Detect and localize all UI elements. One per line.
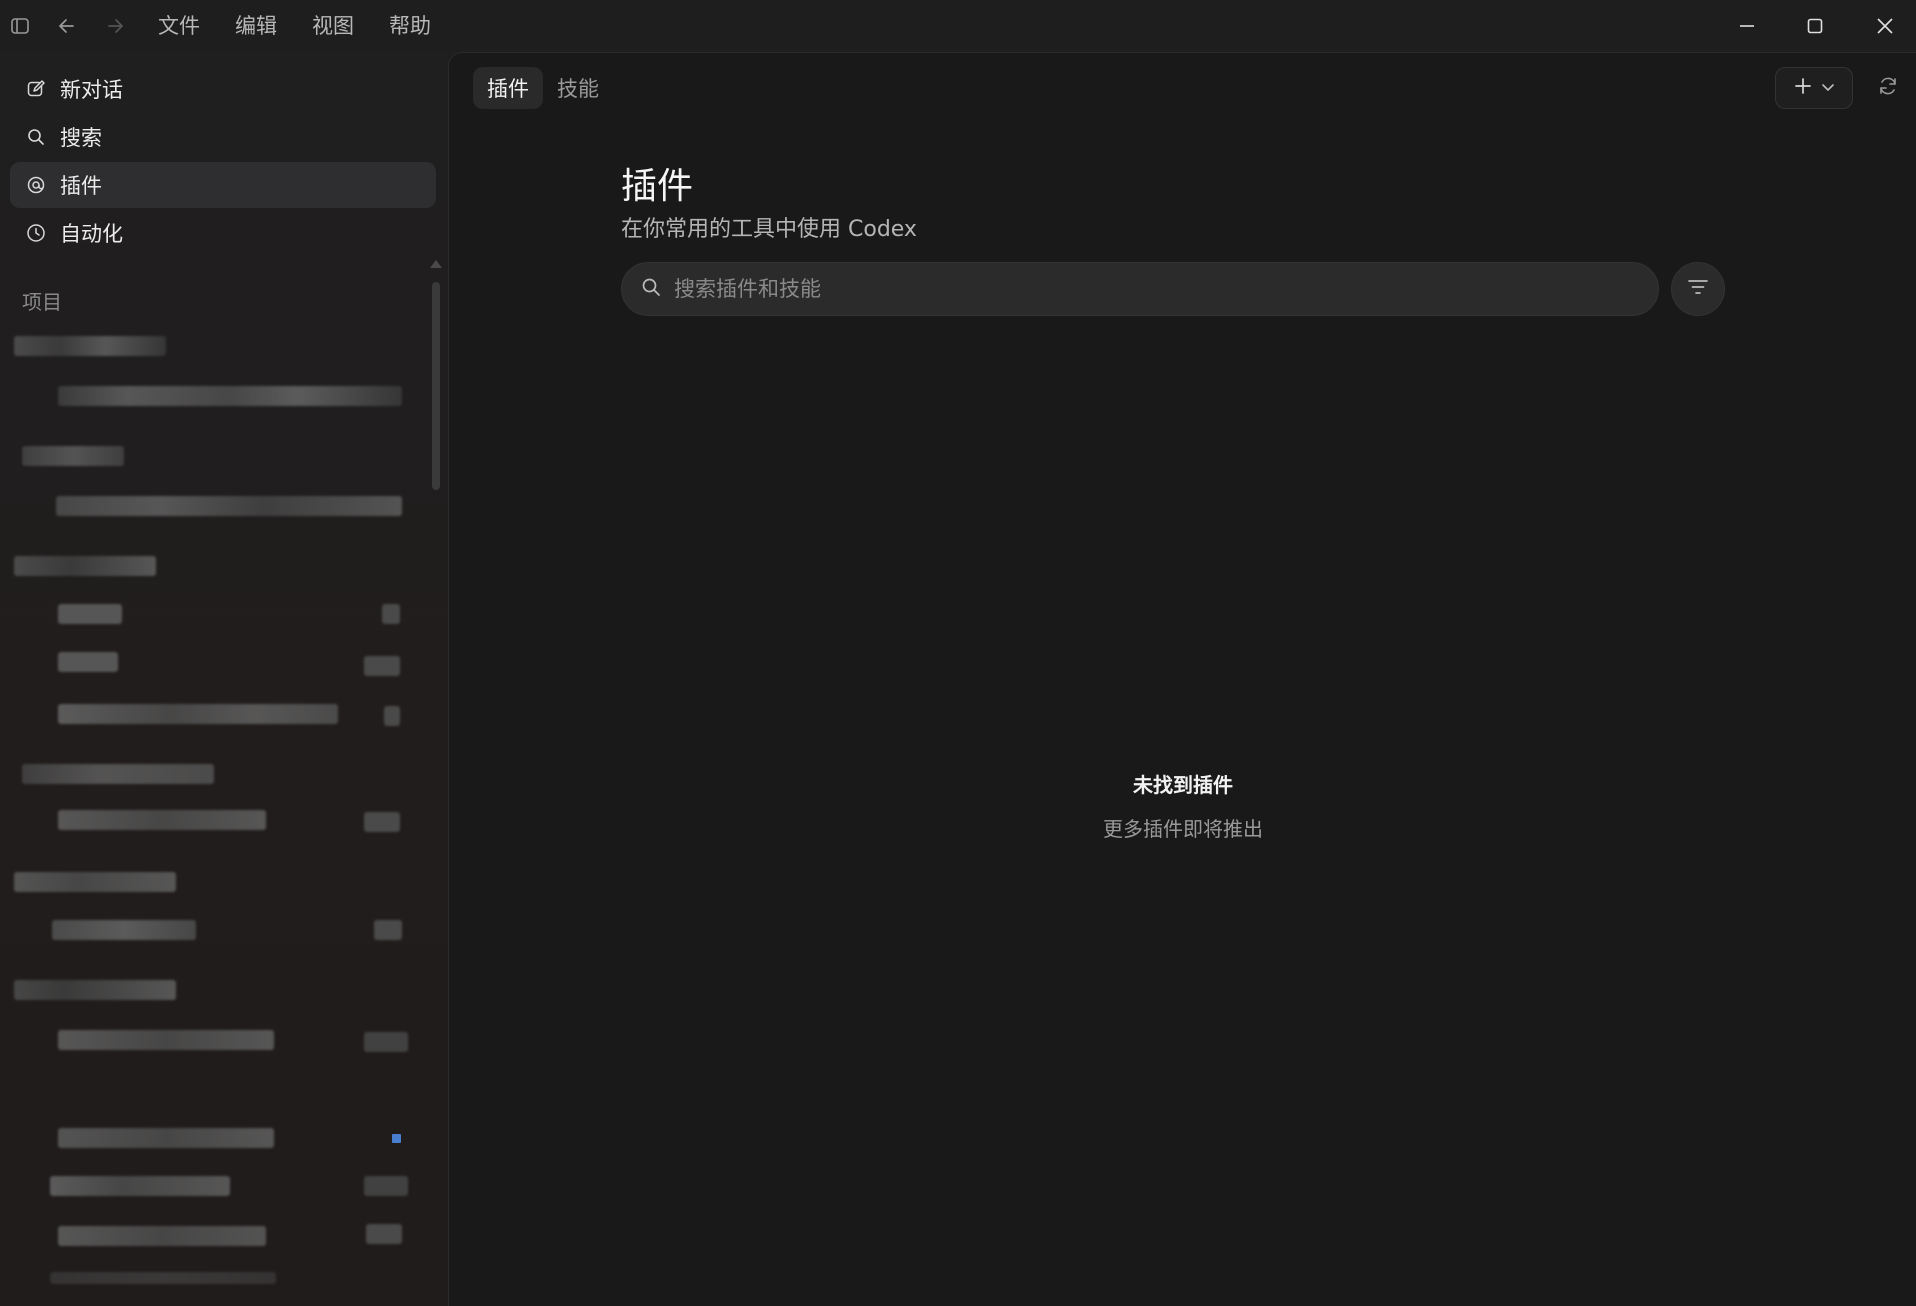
project-item[interactable]	[14, 336, 166, 356]
search-icon	[24, 125, 48, 149]
list-item[interactable]	[58, 1226, 266, 1246]
tab-plugins[interactable]: 插件	[473, 67, 543, 109]
list-item[interactable]	[56, 496, 402, 516]
list-item[interactable]	[50, 1176, 230, 1196]
project-item[interactable]	[14, 980, 176, 1000]
tab-skills[interactable]: 技能	[543, 67, 613, 109]
sidebar: 新对话 搜索 插件 自动化 项目	[0, 52, 448, 1306]
page-title: 插件	[621, 166, 694, 207]
list-item[interactable]	[58, 1128, 274, 1148]
sidebar-item-search[interactable]: 搜索	[10, 114, 436, 160]
empty-state-title: 未找到插件	[1133, 773, 1233, 797]
refresh-button[interactable]	[1869, 69, 1907, 107]
forward-arrow-icon[interactable]	[101, 12, 129, 40]
chevron-down-icon	[1821, 79, 1835, 98]
list-item[interactable]	[58, 1030, 274, 1050]
list-item-meta	[364, 1032, 408, 1052]
project-item[interactable]	[22, 764, 214, 784]
search-input[interactable]	[674, 277, 1634, 301]
filter-button[interactable]	[1671, 262, 1725, 316]
app-window: 文件 编辑 视图 帮助 新对话 搜索 插件 自动化 项目 插件 技能 插件 在你…	[0, 0, 1916, 1306]
sidebar-item-automation[interactable]: 自动化	[10, 210, 436, 256]
search-icon	[640, 276, 662, 302]
menu-file[interactable]: 文件	[158, 12, 200, 40]
list-item[interactable]	[50, 1272, 276, 1284]
maximize-button[interactable]	[1792, 8, 1838, 44]
sidebar-item-label: 搜索	[60, 126, 102, 150]
sidebar-toggle-icon[interactable]	[6, 12, 34, 40]
sidebar-item-plugins[interactable]: 插件	[10, 162, 436, 208]
list-item[interactable]	[58, 604, 122, 624]
list-item[interactable]	[58, 652, 118, 672]
project-item[interactable]	[14, 872, 176, 892]
sidebar-scrollbar[interactable]	[432, 282, 440, 490]
sidebar-item-label: 插件	[60, 174, 102, 198]
list-item[interactable]	[58, 810, 266, 830]
list-item-meta	[384, 706, 400, 726]
sidebar-item-new-chat[interactable]: 新对话	[10, 66, 436, 112]
empty-state-subtitle: 更多插件即将推出	[1103, 817, 1263, 841]
menu-help[interactable]: 帮助	[389, 12, 431, 40]
project-item[interactable]	[14, 556, 156, 576]
section-title-projects: 项目	[22, 290, 62, 314]
list-item-meta	[366, 1224, 402, 1244]
list-item-meta	[364, 812, 400, 832]
list-item[interactable]	[52, 920, 196, 940]
plus-icon	[1793, 76, 1813, 100]
sidebar-item-label: 新对话	[60, 78, 123, 102]
plugin-icon	[24, 173, 48, 197]
title-bar: 文件 编辑 视图 帮助	[0, 0, 1916, 52]
list-item-meta	[382, 604, 400, 624]
filter-icon	[1686, 275, 1710, 303]
search-bar[interactable]	[621, 262, 1659, 316]
edit-icon	[24, 77, 48, 101]
list-item-meta	[374, 920, 402, 940]
scroll-up-arrow[interactable]	[430, 260, 442, 268]
refresh-icon	[1877, 75, 1899, 101]
menu-view[interactable]: 视图	[312, 12, 354, 40]
clock-icon	[24, 221, 48, 245]
list-item[interactable]	[58, 386, 402, 406]
sidebar-item-label: 自动化	[60, 222, 123, 246]
main-panel: 插件 技能 插件 在你常用的工具中使用 Codex 搜索插件和技能 未找到插件 …	[448, 52, 1916, 1306]
minimize-button[interactable]	[1724, 8, 1770, 44]
back-arrow-icon[interactable]	[53, 12, 81, 40]
close-button[interactable]	[1862, 8, 1908, 44]
menu-edit[interactable]: 编辑	[235, 12, 277, 40]
list-item-meta	[364, 1176, 408, 1196]
project-item[interactable]	[22, 446, 124, 466]
unread-dot	[392, 1134, 401, 1143]
list-item-meta	[364, 656, 400, 676]
list-item[interactable]	[58, 704, 338, 724]
page-subtitle: 在你常用的工具中使用 Codex	[621, 217, 917, 242]
add-dropdown-button[interactable]	[1775, 67, 1853, 109]
